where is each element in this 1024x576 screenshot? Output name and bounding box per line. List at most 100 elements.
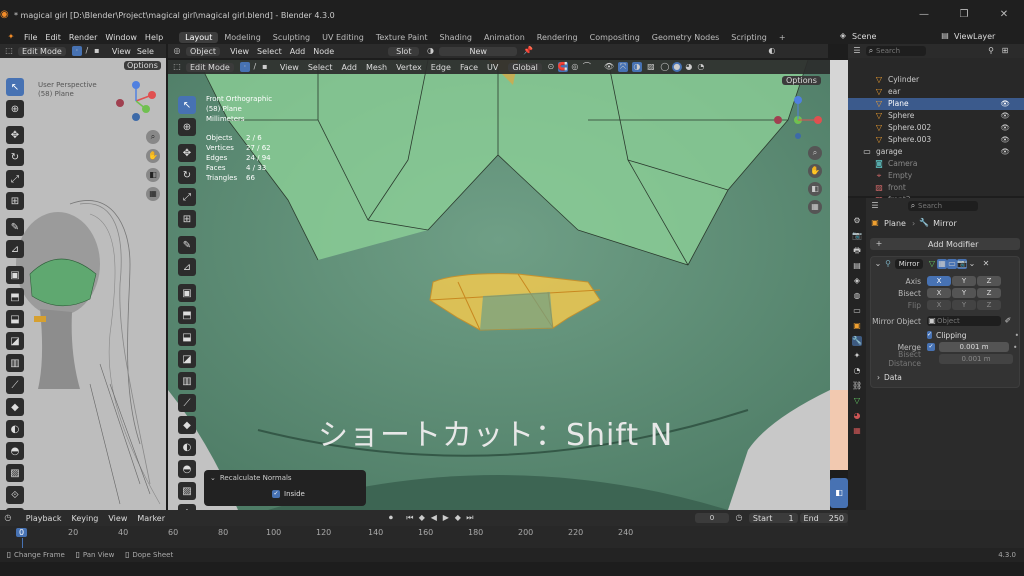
world-tab-icon[interactable]: ◍ xyxy=(852,291,862,301)
scene-selector[interactable]: ◈ Scene xyxy=(838,31,876,41)
axis-x-toggle[interactable]: X xyxy=(927,276,951,286)
timeline-editor-icon[interactable]: ◷ xyxy=(4,513,12,523)
collection-tab-icon[interactable]: ▭ xyxy=(852,306,862,316)
object-tab-icon[interactable]: ▣ xyxy=(852,321,862,331)
outliner-item-sphere[interactable]: ▽ Sphere 👁 xyxy=(848,110,1024,122)
main-uv-menu[interactable]: UV xyxy=(487,63,498,72)
main-loop-cut-tool-icon[interactable]: ▥ xyxy=(178,372,196,390)
edge-select-icon[interactable]: / xyxy=(82,46,92,56)
main-navigation-gizmo[interactable] xyxy=(768,90,828,140)
tool-tab-icon[interactable]: ⚙ xyxy=(852,216,862,226)
merge-checkbox[interactable]: ✓ xyxy=(927,343,935,351)
main-inset-tool-icon[interactable]: ⬓ xyxy=(178,328,196,346)
tab-layout[interactable]: Layout xyxy=(179,31,219,43)
gizmo-toggle-icon[interactable]: ⤧ xyxy=(617,62,628,72)
tab-shading[interactable]: Shading xyxy=(433,32,478,43)
main-move-tool-icon[interactable]: ✥ xyxy=(178,144,196,162)
main-edge-select-icon[interactable]: / xyxy=(250,62,260,72)
data-subpanel-header[interactable]: › Data xyxy=(871,371,1019,383)
select-box-tool-icon[interactable]: ↖ xyxy=(6,78,24,96)
tab-texture-paint[interactable]: Texture Paint xyxy=(370,32,434,43)
clipping-row[interactable]: ✓ Clipping • xyxy=(871,329,1019,341)
outliner-item-sphere-003[interactable]: ▽ Sphere.003 👁 xyxy=(848,134,1024,146)
menu-render[interactable]: Render xyxy=(69,33,97,42)
visibility-eye-icon[interactable]: 👁 xyxy=(1000,134,1010,146)
outliner-collection-garage[interactable]: ▭ garage 👁 xyxy=(848,146,1024,158)
tab-rendering[interactable]: Rendering xyxy=(531,32,584,43)
record-icon[interactable]: ⏺ xyxy=(387,513,395,523)
marker-menu[interactable]: Marker xyxy=(137,514,165,523)
main-knife-tool-icon[interactable]: ⟋ xyxy=(178,394,196,412)
left-viewport[interactable]: ⬚ Edit Mode · / ▪ View Sele Options User… xyxy=(0,44,166,510)
last-operator-header[interactable]: ⌄ Recalculate Normals xyxy=(204,470,366,486)
rotate-tool-icon[interactable]: ↻ xyxy=(6,148,24,166)
axis-z-toggle[interactable]: Z xyxy=(977,276,1001,286)
menu-window[interactable]: Window xyxy=(105,33,137,42)
minimize-button[interactable]: — xyxy=(904,0,944,30)
play-icon[interactable]: ▶ xyxy=(441,513,451,523)
zoom-icon[interactable]: ⌕ xyxy=(146,130,160,144)
main-face-select-icon[interactable]: ▪ xyxy=(260,62,270,72)
physics-tab-icon[interactable]: ◔ xyxy=(852,366,862,376)
new-collection-icon[interactable]: ⊞ xyxy=(1000,46,1010,56)
modifier-remove-icon[interactable]: ✕ xyxy=(981,259,991,269)
modifier-menu-icon[interactable]: ⌄ xyxy=(967,259,977,269)
add-workspace-button[interactable]: + xyxy=(773,32,792,43)
eyedropper-icon[interactable]: ✐ xyxy=(1003,316,1013,326)
knife-tool-icon[interactable]: ⟋ xyxy=(6,376,24,394)
material-tab-icon[interactable]: ◕ xyxy=(852,411,862,421)
mirror-object-field[interactable]: ▣ Object xyxy=(927,316,1001,326)
jump-start-icon[interactable]: ⏮ xyxy=(405,513,415,523)
snap-icon[interactable]: 🧲 xyxy=(557,62,568,72)
preview-range-icon[interactable]: ◷ xyxy=(735,513,743,523)
properties-editor-icon[interactable]: ☰ xyxy=(870,201,880,211)
bevel-tool-icon[interactable]: ◪ xyxy=(6,332,24,350)
play-reverse-icon[interactable]: ◀ xyxy=(429,513,439,523)
left-view-menu[interactable]: View xyxy=(112,47,131,56)
edge-slide-tool-icon[interactable]: ▨ xyxy=(6,464,24,482)
main-poly-build-tool-icon[interactable]: ◆ xyxy=(178,416,196,434)
main-smooth-tool-icon[interactable]: ◓ xyxy=(178,460,196,478)
visibility-eye-icon[interactable]: 👁 xyxy=(1000,146,1010,158)
left-options-button[interactable]: Options xyxy=(124,61,161,70)
pan-hand-icon[interactable]: ✋ xyxy=(146,149,160,163)
bisect-y-toggle[interactable]: Y xyxy=(952,288,976,298)
main-select-tool-icon[interactable]: ↖ xyxy=(178,96,196,114)
node-select-menu[interactable]: Select xyxy=(257,47,282,56)
timeline-view-menu[interactable]: View xyxy=(108,514,127,523)
add-modifier-button[interactable]: + Add Modifier xyxy=(870,238,1020,250)
close-window-button[interactable]: ✕ xyxy=(984,0,1024,30)
main-extrude-tool-icon[interactable]: ⬒ xyxy=(178,306,196,324)
node-add-menu[interactable]: Add xyxy=(290,47,306,56)
editor-type-icon[interactable]: ⬚ xyxy=(4,46,14,56)
solid-shading-icon[interactable]: ● xyxy=(671,62,682,72)
new-material-button[interactable]: New xyxy=(439,46,517,56)
current-frame-field[interactable]: 0 xyxy=(694,513,730,523)
outliner-item-sphere-002[interactable]: ▽ Sphere.002 👁 xyxy=(848,122,1024,134)
move-tool-icon[interactable]: ✥ xyxy=(6,126,24,144)
left-select-menu[interactable]: Sele xyxy=(137,47,154,56)
view-layer-tab-icon[interactable]: ▤ xyxy=(852,261,862,271)
cursor-tool-icon[interactable]: ⊕ xyxy=(6,100,24,118)
render-toggle-icon[interactable]: 📷 xyxy=(957,259,967,269)
add-cube-tool-icon[interactable]: ▣ xyxy=(6,266,24,284)
playback-menu[interactable]: Playback xyxy=(26,514,62,523)
tab-compositing[interactable]: Compositing xyxy=(584,32,646,43)
cage-toggle-icon[interactable]: ▦ xyxy=(937,259,947,269)
material-shading-icon[interactable]: ◕ xyxy=(684,62,694,72)
overlay-icon[interactable]: ◐ xyxy=(767,46,777,56)
playhead-frame[interactable]: 0 xyxy=(16,528,28,537)
object-type-select[interactable]: Object xyxy=(186,46,221,56)
rendered-shading-icon[interactable]: ◔ xyxy=(696,62,706,72)
bisect-distance-field[interactable]: 0.001 m xyxy=(939,354,1013,364)
transform-orientation-select[interactable]: Global xyxy=(508,62,542,72)
particles-tab-icon[interactable]: ✦ xyxy=(852,351,862,361)
main-measure-tool-icon[interactable]: ⊿ xyxy=(178,258,196,276)
modifier-tab-icon[interactable]: 🔧 xyxy=(852,336,862,346)
texture-tab-icon[interactable]: ▦ xyxy=(852,426,862,436)
filter-icon[interactable]: ⚲ xyxy=(986,46,996,56)
bisect-z-toggle[interactable]: Z xyxy=(977,288,1001,298)
proportional-edit-icon[interactable]: ◎ xyxy=(570,62,580,72)
outliner-item-ear[interactable]: ▽ ear xyxy=(848,86,1024,98)
flip-z-toggle[interactable]: Z xyxy=(977,300,1001,310)
